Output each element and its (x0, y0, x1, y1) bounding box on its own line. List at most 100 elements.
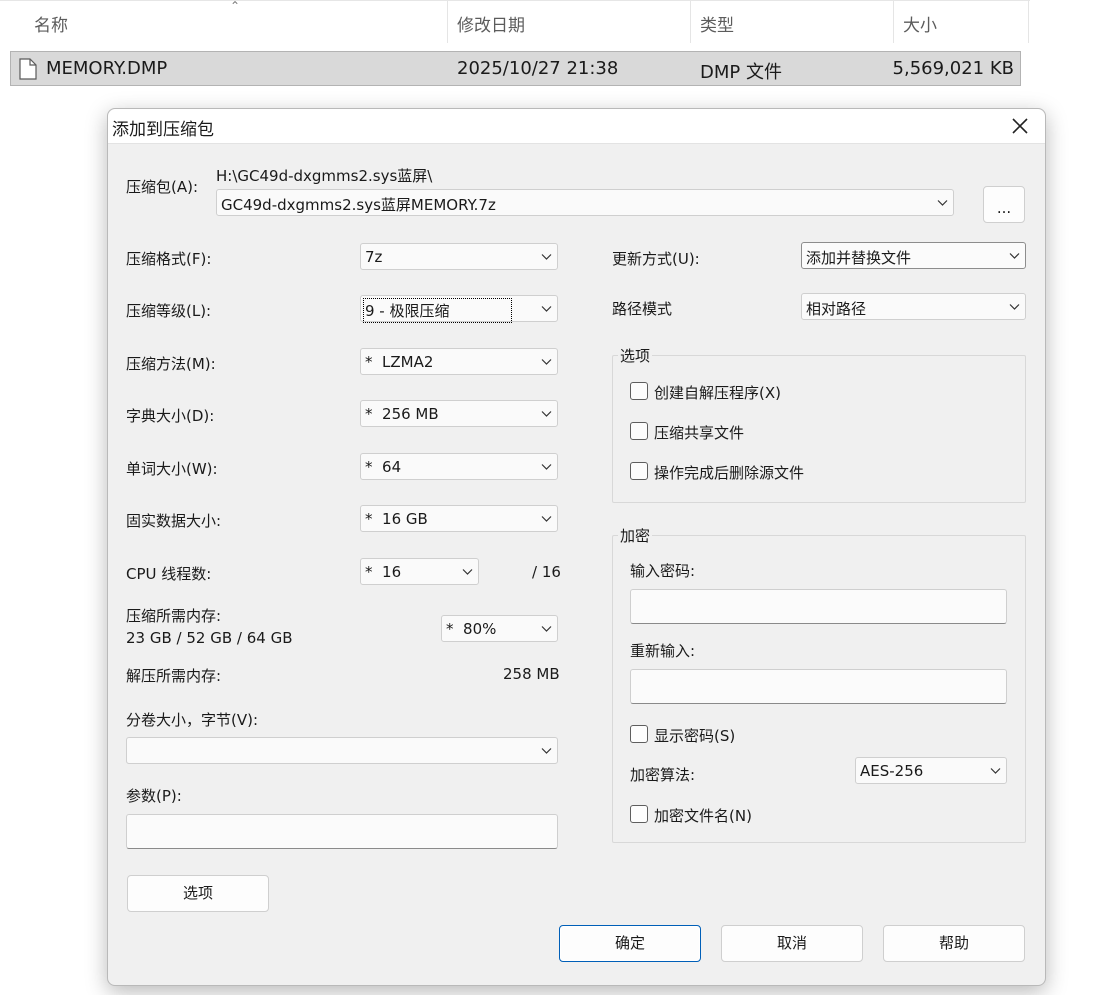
chevron-down-icon (541, 748, 552, 754)
column-divider[interactable] (447, 1, 448, 43)
cancel-button[interactable]: 取消 (721, 925, 863, 962)
memory-usage-value: * 80% (446, 620, 497, 638)
show-password-checkbox[interactable] (630, 725, 648, 743)
file-type: DMP 文件 (700, 62, 782, 83)
shared-files-checkbox[interactable] (630, 422, 648, 440)
level-select[interactable]: 9 - 极限压缩 (360, 295, 558, 323)
sfx-checkbox[interactable] (630, 382, 648, 400)
column-type[interactable]: 类型 (700, 11, 734, 36)
method-label: 压缩方法(M): (126, 355, 216, 373)
decompress-memory-label: 解压所需内存: (126, 667, 222, 685)
threads-label: CPU 线程数: (126, 565, 212, 583)
compress-memory-detail: 23 GB / 52 GB / 64 GB (126, 629, 293, 647)
threads-value: * 16 (365, 563, 402, 581)
encryption-method-label: 加密算法: (630, 766, 696, 784)
update-mode-label: 更新方式(U): (612, 250, 700, 268)
browse-button[interactable]: ... (983, 186, 1025, 223)
level-label: 压缩等级(L): (126, 302, 212, 320)
column-name[interactable]: 名称 (34, 11, 68, 36)
options-button[interactable]: 选项 (127, 875, 269, 912)
path-mode-value: 相对路径 (806, 300, 867, 318)
params-input[interactable] (126, 814, 558, 849)
chevron-down-icon (1009, 253, 1020, 259)
chevron-down-icon (541, 254, 552, 260)
word-size-label: 单词大小(W): (126, 460, 218, 478)
dialog-title: 添加到压缩包 (112, 120, 214, 140)
column-divider[interactable] (690, 1, 691, 43)
options-group-title: 选项 (618, 345, 653, 366)
chevron-down-icon (541, 516, 552, 522)
path-mode-select[interactable]: 相对路径 (801, 293, 1026, 320)
add-to-archive-dialog: 添加到压缩包 压缩包(A): H:\GC49d-dxgmms2.sys蓝屏\ G… (107, 108, 1046, 986)
archive-filename-combo[interactable]: GC49d-dxgmms2.sys蓝屏MEMORY.7z (216, 189, 954, 216)
password-label: 输入密码: (630, 562, 696, 580)
path-mode-label: 路径模式 (612, 300, 673, 318)
archive-folder-path: H:\GC49d-dxgmms2.sys蓝屏\ (216, 167, 433, 185)
dictionary-value: * 256 MB (365, 405, 439, 423)
archive-filename-value: GC49d-dxgmms2.sys蓝屏MEMORY.7z (221, 196, 496, 214)
help-button[interactable]: 帮助 (883, 925, 1025, 962)
sfx-label[interactable]: 创建自解压程序(X) (654, 382, 781, 403)
show-password-label[interactable]: 显示密码(S) (654, 725, 735, 746)
solid-block-label: 固实数据大小: (126, 512, 222, 530)
encrypt-names-checkbox[interactable] (630, 805, 648, 823)
threads-select[interactable]: * 16 (360, 558, 479, 585)
method-select[interactable]: * LZMA2 (360, 348, 558, 375)
file-icon (19, 58, 37, 80)
volume-size-combo[interactable] (126, 737, 558, 764)
dictionary-select[interactable]: * 256 MB (360, 400, 558, 427)
params-label: 参数(P): (126, 787, 182, 805)
file-modified: 2025/10/27 21:38 (457, 58, 619, 79)
encryption-method-value: AES-256 (860, 762, 924, 780)
level-value: 9 - 极限压缩 (363, 298, 512, 323)
method-value: * LZMA2 (365, 353, 434, 371)
close-icon (1012, 118, 1028, 134)
close-button[interactable] (1005, 111, 1035, 141)
chevron-down-icon (937, 200, 948, 206)
dialog-titlebar[interactable]: 添加到压缩包 (108, 109, 1045, 144)
chevron-down-icon (462, 569, 473, 575)
chevron-down-icon (541, 411, 552, 417)
column-modified[interactable]: 修改日期 (457, 11, 525, 36)
column-divider[interactable] (893, 1, 894, 43)
archive-label: 压缩包(A): (126, 178, 199, 196)
sort-ascending-icon: ⌃ (230, 0, 241, 13)
ok-button[interactable]: 确定 (559, 925, 701, 962)
update-mode-select[interactable]: 添加并替换文件 (801, 242, 1026, 269)
reenter-password-label: 重新输入: (630, 642, 696, 660)
solid-block-select[interactable]: * 16 GB (360, 505, 558, 532)
compress-memory-label: 压缩所需内存: (126, 607, 222, 625)
delete-after-label[interactable]: 操作完成后删除源文件 (654, 462, 804, 483)
chevron-down-icon (541, 464, 552, 470)
update-mode-value: 添加并替换文件 (806, 249, 912, 267)
file-row[interactable]: MEMORY.DMP 2025/10/27 21:38 DMP 文件 5,569… (10, 51, 1021, 86)
memory-usage-select[interactable]: * 80% (441, 615, 558, 642)
column-size[interactable]: 大小 (903, 11, 937, 36)
file-size: 5,569,021 KB (892, 58, 1014, 79)
dictionary-label: 字典大小(D): (126, 407, 215, 425)
delete-after-checkbox[interactable] (630, 462, 648, 480)
chevron-down-icon (990, 768, 1001, 774)
reenter-password-input[interactable] (630, 669, 1007, 704)
solid-block-value: * 16 GB (365, 510, 428, 528)
file-name: MEMORY.DMP (46, 58, 168, 79)
chevron-down-icon (1009, 304, 1020, 310)
encryption-group-title: 加密 (618, 525, 653, 546)
volume-size-label: 分卷大小，字节(V): (126, 711, 259, 729)
format-select[interactable]: 7z (360, 243, 558, 270)
password-input[interactable] (630, 589, 1007, 624)
word-size-select[interactable]: * 64 (360, 453, 558, 480)
word-size-value: * 64 (365, 458, 402, 476)
threads-max: / 16 (532, 563, 561, 581)
encrypt-names-label[interactable]: 加密文件名(N) (654, 805, 752, 826)
decompress-memory-value: 258 MB (503, 665, 560, 683)
shared-files-label[interactable]: 压缩共享文件 (654, 422, 744, 443)
chevron-down-icon (541, 359, 552, 365)
chevron-down-icon (541, 306, 552, 312)
format-label: 压缩格式(F): (126, 250, 212, 268)
encryption-method-select[interactable]: AES-256 (855, 757, 1007, 784)
format-value: 7z (365, 248, 383, 266)
column-divider[interactable] (1028, 1, 1029, 43)
column-header-row: ⌃ 名称 修改日期 类型 大小 (0, 0, 1030, 43)
chevron-down-icon (541, 626, 552, 632)
